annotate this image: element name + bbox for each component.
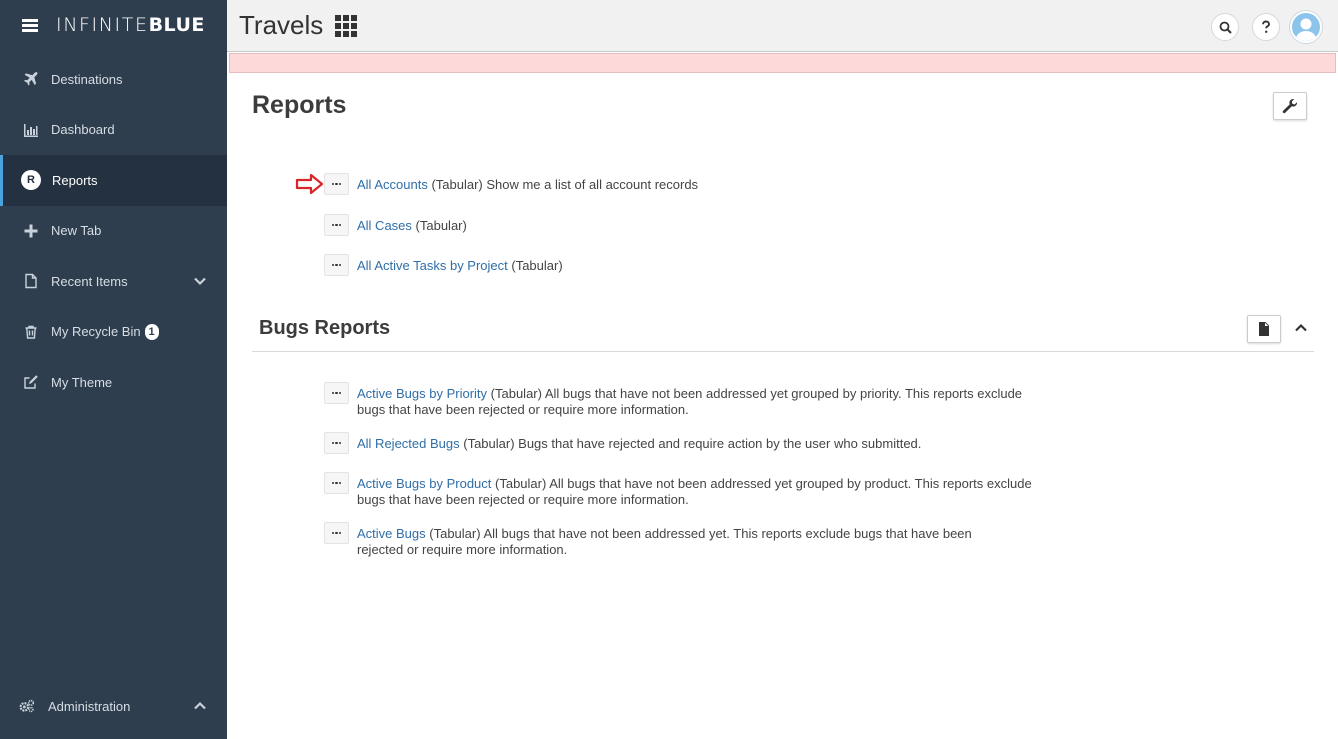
report-description: (Tabular) — [411, 218, 467, 233]
logo-text-light: INFINITE — [56, 14, 149, 36]
section-divider — [252, 351, 1314, 352]
top-actions — [1198, 11, 1322, 43]
sidebar-item-label: Destinations — [51, 71, 123, 87]
sidebar-item-administration[interactable]: Administration — [0, 691, 227, 721]
hamburger-menu-icon[interactable] — [22, 18, 38, 32]
user-avatar[interactable] — [1290, 11, 1322, 43]
report-row: Active Bugs by Priority (Tabular) All bu… — [324, 382, 1034, 417]
report-row: All Active Tasks by Project (Tabular) — [324, 254, 1034, 276]
gears-icon — [18, 697, 36, 715]
recycle-count-badge: 1 — [144, 323, 159, 340]
page-title: Reports — [252, 91, 347, 119]
sidebar-item-label: My Theme — [51, 374, 113, 390]
sidebar-item-recycle-bin[interactable]: My Recycle Bin 1 — [0, 307, 227, 358]
sidebar-item-new-tab[interactable]: New Tab — [0, 206, 227, 257]
more-options-button[interactable] — [324, 173, 349, 195]
plane-icon — [22, 70, 40, 88]
user-silhouette-icon — [1295, 18, 1317, 41]
sidebar-item-my-theme[interactable]: My Theme — [0, 357, 227, 408]
app-launcher-grid-icon[interactable] — [335, 14, 358, 37]
report-link[interactable]: All Accounts — [357, 177, 428, 192]
admin-label: Administration — [48, 698, 131, 714]
report-link[interactable]: All Rejected Bugs — [357, 436, 460, 451]
report-text: All Accounts (Tabular) Show me a list of… — [357, 177, 698, 195]
logo-text-bold: BLUE — [148, 14, 205, 36]
report-link[interactable]: All Cases — [357, 218, 412, 233]
report-description: (Tabular) — [507, 258, 563, 273]
report-row: All Accounts (Tabular) Show me a list of… — [324, 173, 1034, 195]
search-button[interactable] — [1211, 13, 1239, 41]
brand-bar: INFINITEBLUE — [0, 0, 227, 50]
report-row: Active Bugs (Tabular) All bugs that have… — [324, 522, 1004, 557]
more-options-button[interactable] — [324, 214, 349, 236]
report-row: All Rejected Bugs (Tabular) Bugs that ha… — [324, 432, 1034, 454]
sidebar-item-label: New Tab — [51, 223, 102, 239]
report-text: Active Bugs (Tabular) All bugs that have… — [357, 526, 1004, 557]
sidebar-item-label: Dashboard — [51, 122, 115, 138]
section-title: Bugs Reports — [259, 317, 391, 339]
sidebar-item-dashboard[interactable]: Dashboard — [0, 105, 227, 156]
help-button[interactable] — [1252, 13, 1280, 41]
sidebar: INFINITEBLUE Destinations Dashboard R Re… — [0, 0, 227, 739]
logo: INFINITEBLUE — [56, 14, 205, 36]
settings-button[interactable] — [1273, 92, 1307, 120]
bar-chart-icon — [22, 121, 40, 139]
more-options-button[interactable] — [324, 472, 349, 494]
report-text: All Cases (Tabular) — [357, 218, 467, 236]
sidebar-item-label: Recent Items — [51, 273, 128, 289]
report-row: All Cases (Tabular) — [324, 214, 1034, 236]
sidebar-item-destinations[interactable]: Destinations — [0, 54, 227, 105]
report-description: (Tabular) Show me a list of all account … — [427, 177, 699, 192]
wrench-icon — [1282, 99, 1298, 114]
more-options-button[interactable] — [324, 382, 349, 404]
report-link[interactable]: Active Bugs by Priority — [357, 386, 487, 401]
report-text: All Rejected Bugs (Tabular) Bugs that ha… — [357, 436, 921, 454]
chevron-up-icon[interactable] — [193, 699, 207, 713]
new-report-button[interactable] — [1247, 315, 1281, 343]
report-description: (Tabular) All bugs that have not been ad… — [357, 526, 972, 557]
report-link[interactable]: All Active Tasks by Project — [357, 258, 508, 273]
report-link[interactable]: Active Bugs — [357, 526, 426, 541]
plus-icon — [22, 222, 40, 240]
sidebar-nav: Destinations Dashboard R Reports New Tab… — [0, 54, 227, 408]
sidebar-item-reports[interactable]: R Reports — [0, 155, 227, 206]
collapse-chevron-up-icon[interactable] — [1294, 321, 1308, 335]
report-text: Active Bugs by Product (Tabular) All bug… — [357, 476, 1034, 507]
edit-icon — [22, 373, 40, 391]
document-icon — [22, 272, 40, 290]
app-title: Travels — [239, 10, 324, 40]
report-row: Active Bugs by Product (Tabular) All bug… — [324, 472, 1034, 507]
file-icon — [1259, 322, 1269, 336]
more-options-button[interactable] — [324, 432, 349, 454]
trash-icon — [22, 323, 40, 341]
alert-banner — [229, 53, 1336, 73]
more-options-button[interactable] — [324, 522, 349, 544]
more-options-button[interactable] — [324, 254, 349, 276]
top-bar: Travels — [227, 0, 1338, 52]
red-arrow-icon — [295, 173, 324, 195]
sidebar-item-recent-items[interactable]: Recent Items — [0, 256, 227, 307]
report-text: Active Bugs by Priority (Tabular) All bu… — [357, 386, 1034, 417]
main-content: Reports All Accounts (Tabular) Show me a… — [227, 74, 1338, 739]
sidebar-item-label: Reports — [52, 172, 98, 188]
search-icon — [1219, 21, 1232, 34]
chevron-down-icon[interactable] — [193, 274, 207, 288]
r-circle-icon: R — [21, 170, 41, 191]
report-description: (Tabular) Bugs that have rejected and re… — [459, 436, 922, 451]
report-text: All Active Tasks by Project (Tabular) — [357, 258, 563, 276]
report-link[interactable]: Active Bugs by Product — [357, 476, 491, 491]
question-mark-icon — [1262, 20, 1270, 33]
sidebar-item-label: My Recycle Bin — [51, 324, 141, 340]
